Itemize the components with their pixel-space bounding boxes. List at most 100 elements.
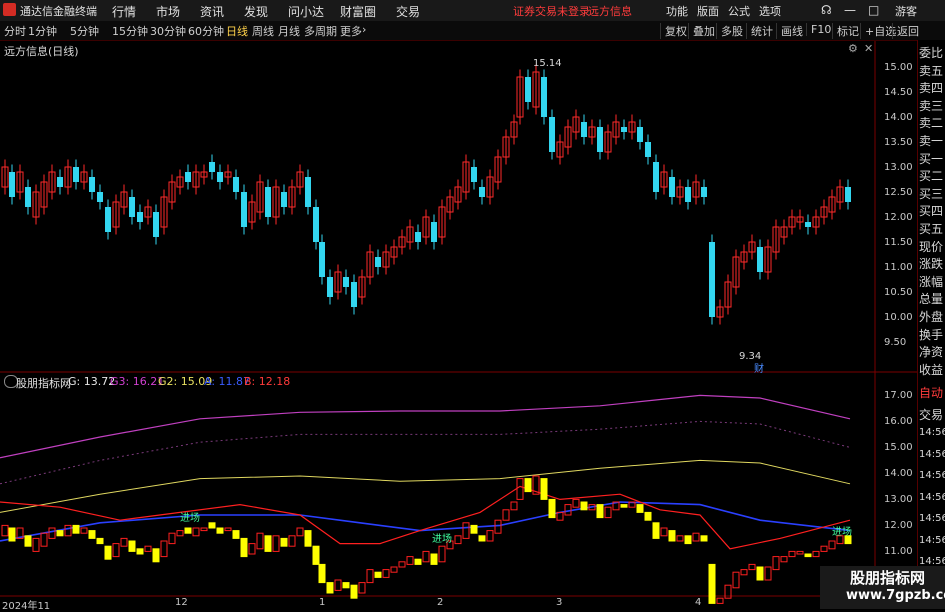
sidebar-item[interactable]: 委比 [919, 44, 943, 61]
tf-1min[interactable]: 1分钟 [28, 23, 57, 39]
candle-body [431, 222, 437, 242]
tf-multi[interactable]: 多周期 [304, 23, 337, 39]
sidebar-item[interactable]: 买三 [919, 185, 943, 202]
finance-marker[interactable]: 财 [754, 360, 764, 375]
sidebar-item[interactable]: 14:56 [919, 535, 945, 546]
sidebar-item[interactable]: 外盘 [919, 308, 943, 325]
sidebar-item[interactable]: 14:56 [919, 449, 945, 460]
indicator-candle [350, 584, 358, 599]
sidebar-item[interactable]: 买五 [919, 220, 943, 237]
chevron-right-icon[interactable]: › [362, 23, 366, 36]
indicator-candle [240, 537, 248, 558]
app-logo-icon [3, 3, 16, 16]
btn-back[interactable]: 返回 [892, 23, 923, 39]
maximize-icon[interactable]: □ [868, 3, 879, 17]
sidebar-item[interactable]: 卖五 [919, 62, 943, 79]
btn-adjust[interactable]: 复权 [660, 23, 691, 39]
sidebar-item[interactable]: 卖四 [919, 79, 943, 96]
sidebar-item[interactable]: 自动 [919, 384, 943, 401]
tf-weekly[interactable]: 周线 [252, 23, 274, 39]
sidebar-item[interactable]: 涨幅 [919, 273, 943, 290]
tf-daily[interactable]: 日线 [226, 23, 248, 39]
candle-body [137, 212, 143, 222]
menu-function[interactable]: 功能 [666, 3, 688, 19]
indicator-candle [764, 566, 772, 581]
indicator-candle [248, 543, 256, 555]
sidebar-item[interactable]: 现价 [919, 238, 943, 255]
g3-line [0, 394, 851, 459]
menu-ask[interactable]: 问小达 [288, 3, 324, 20]
btn-f10[interactable]: F10 [806, 23, 835, 36]
menu-trade[interactable]: 交易 [396, 3, 420, 20]
btn-mark[interactable]: 标记 [832, 23, 863, 39]
minimize-icon[interactable]: — [844, 3, 856, 17]
x-tick-nov: 2024年11 [2, 601, 51, 612]
chart-canvas[interactable] [0, 0, 945, 609]
menu-options[interactable]: 选项 [759, 3, 781, 19]
btn-multi-stock[interactable]: 多股 [716, 23, 747, 39]
headset-icon[interactable]: ☊ [821, 3, 832, 17]
candle-body [25, 187, 31, 207]
indicator-tick: 13.00 [884, 494, 913, 505]
sidebar-item[interactable]: 卖三 [919, 97, 943, 114]
indicator-candle [24, 535, 32, 547]
sidebar-item[interactable]: 卖二 [919, 114, 943, 131]
candle-body [621, 127, 627, 132]
title-bar: 通达信金融终端 行情 市场 资讯 发现 问小达 财富圈 交易 证券交易未登录 远… [0, 0, 945, 22]
menu-formula[interactable]: 公式 [728, 3, 750, 19]
menu-market[interactable]: 市场 [156, 3, 180, 20]
main-chart-label: 远方信息(日线) [4, 45, 79, 58]
indicator-candle [288, 535, 296, 547]
tf-60min[interactable]: 60分钟 [188, 23, 224, 39]
menu-layout[interactable]: 版面 [697, 3, 719, 19]
tf-30min[interactable]: 30分钟 [150, 23, 186, 39]
sidebar-item[interactable]: 总量 [919, 290, 943, 307]
sidebar-item[interactable]: 14:56 [919, 513, 945, 524]
legend-g: G: 13.72 [68, 375, 116, 388]
tf-monthly[interactable]: 月线 [278, 23, 300, 39]
indicator-candle [540, 478, 548, 500]
tf-more[interactable]: 更多 [340, 23, 362, 39]
x-tick-mar: 3 [556, 597, 563, 608]
tf-15min[interactable]: 15分钟 [112, 23, 148, 39]
sidebar-item[interactable]: 涨跌 [919, 255, 943, 272]
watermark: 股朋指标网 www.7gpzb.com [820, 566, 945, 609]
sidebar-item[interactable]: 14:56 [919, 470, 945, 481]
sidebar-item[interactable]: 14:56 [919, 492, 945, 503]
indicator-candle [264, 535, 272, 552]
menu-discover[interactable]: 发现 [244, 3, 268, 20]
tf-5min[interactable]: 5分钟 [70, 23, 99, 39]
guest-label[interactable]: 游客 [895, 3, 917, 19]
indicator-candle [144, 545, 152, 552]
indicator-candle [644, 511, 652, 521]
sidebar-item[interactable]: 买一 [919, 150, 943, 167]
sidebar-item[interactable]: 交易 [919, 406, 943, 423]
trade-login-status[interactable]: 证券交易未登录 [513, 3, 590, 19]
menu-market-quotes[interactable]: 行情 [112, 3, 136, 20]
btn-overlay[interactable]: 叠加 [688, 23, 719, 39]
indicator-candle [486, 530, 494, 542]
sidebar-item[interactable]: 买四 [919, 202, 943, 219]
tf-intraday[interactable]: 分时 [4, 23, 26, 39]
indicator-candle [8, 527, 16, 542]
indicator-candle [304, 530, 312, 547]
sidebar-item[interactable]: 净资 [919, 343, 943, 360]
settings-icon[interactable]: ⚙ [848, 42, 858, 55]
sidebar-item[interactable]: 换手 [919, 326, 943, 343]
indicator-candle [342, 582, 350, 589]
indicator-candle [80, 527, 88, 534]
menu-wealth[interactable]: 财富圈 [340, 3, 376, 20]
candle-body [265, 187, 271, 217]
sidebar-item[interactable]: 卖一 [919, 132, 943, 149]
menu-news[interactable]: 资讯 [200, 3, 224, 20]
btn-draw[interactable]: 画线 [776, 23, 807, 39]
btn-stats[interactable]: 统计 [746, 23, 777, 39]
sidebar-item[interactable]: 14:56 [919, 427, 945, 438]
indicator-candle [796, 550, 804, 555]
sidebar-item[interactable]: 收益 [919, 361, 943, 378]
close-icon[interactable]: ✕ [864, 42, 873, 55]
legend-g3: G3: 16.21 [110, 375, 165, 388]
legend-b: B: 12.18 [244, 375, 291, 388]
sidebar-item[interactable]: 买二 [919, 167, 943, 184]
indicator-candle [366, 569, 374, 584]
